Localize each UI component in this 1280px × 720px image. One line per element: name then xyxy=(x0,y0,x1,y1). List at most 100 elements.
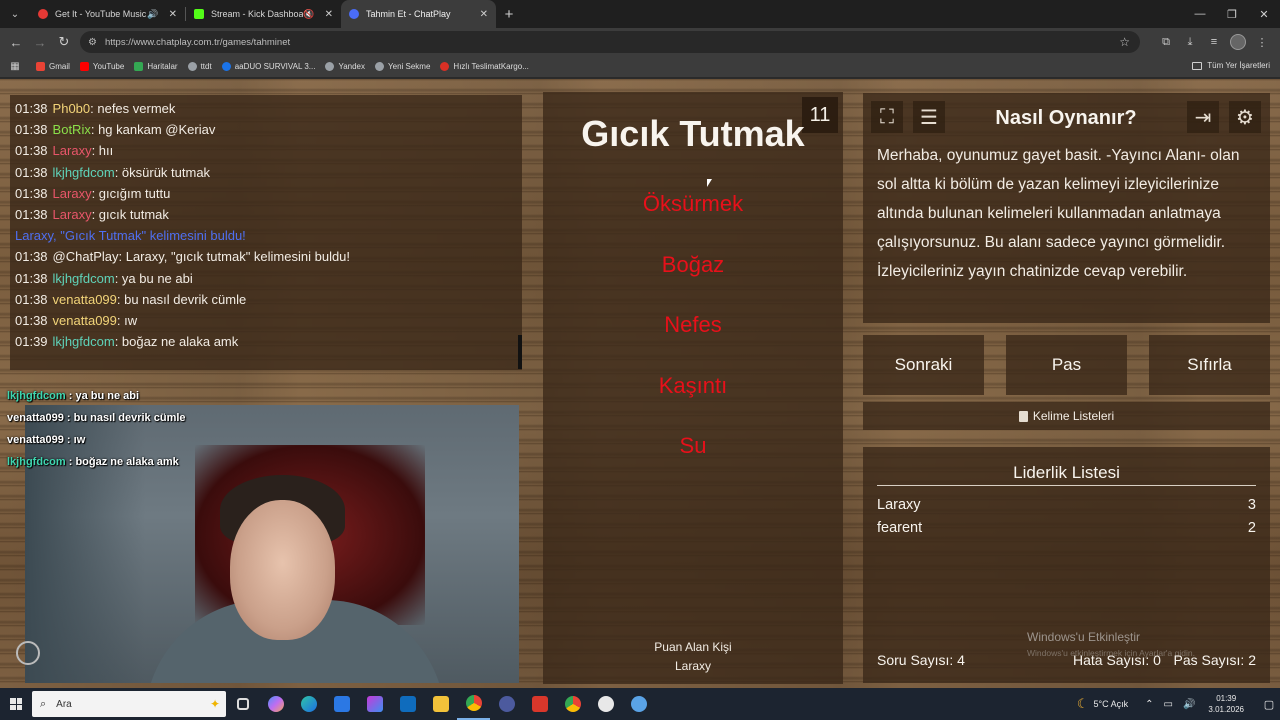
edge-icon[interactable] xyxy=(292,688,325,720)
pass-button[interactable]: Pas xyxy=(1006,335,1127,395)
back-icon[interactable]: ← xyxy=(4,35,28,50)
logout-icon[interactable]: ⇥ xyxy=(1187,101,1219,133)
bookmark-youtube[interactable]: YouTube xyxy=(79,62,125,71)
app-snowflake-icon[interactable] xyxy=(622,688,655,720)
download-icon[interactable]: ⤓ xyxy=(1180,32,1200,52)
bookmark-new-tab[interactable]: Yeni Sekme xyxy=(375,62,430,71)
speaker-icon[interactable]: 🔊 xyxy=(147,9,158,20)
chat-username[interactable]: Laraxy xyxy=(53,143,92,158)
chat-scrollbar[interactable] xyxy=(518,335,522,369)
tab-kick-dashboard[interactable]: Stream - Kick Dashboard 🔇 ✕ xyxy=(186,0,341,28)
bookmark-ttdt[interactable]: ttdt xyxy=(187,62,212,71)
player-name: fearent xyxy=(877,520,923,536)
chat-timestamp: 01:38 xyxy=(15,122,48,138)
chat-timestamp: 01:38 xyxy=(15,313,48,328)
close-tab-icon[interactable]: ✕ xyxy=(169,9,177,20)
search-placeholder: Ara xyxy=(56,698,72,710)
taboo-word: Nefes xyxy=(664,312,722,337)
github-icon[interactable] xyxy=(589,688,622,720)
file-explorer-icon[interactable] xyxy=(424,688,457,720)
windows-logo-icon xyxy=(10,698,22,710)
chat-username[interactable]: BotRix xyxy=(53,122,91,137)
media-controls-icon[interactable]: ≡ xyxy=(1204,32,1224,52)
network-icon[interactable]: ▭ xyxy=(1164,699,1173,710)
chat-message: Laraxy, "Gıcık Tutmak" kelimesini buldu! xyxy=(15,228,246,243)
bookmark-yandex[interactable]: Yandex xyxy=(325,62,365,71)
muted-speaker-icon[interactable]: 🔇 xyxy=(303,9,314,20)
notification-icon[interactable]: ▢ xyxy=(1258,698,1280,711)
fullscreen-icon[interactable]: ⛶ xyxy=(871,101,903,133)
close-window-icon[interactable]: ✕ xyxy=(1248,0,1280,28)
chat-username[interactable]: lkjhgfdcom xyxy=(53,165,115,180)
chevron-up-icon[interactable]: ⌃ xyxy=(1145,699,1153,710)
task-view-icon[interactable] xyxy=(226,688,259,720)
settings-gear-icon[interactable]: ⚙ xyxy=(1229,101,1261,133)
kick-icon xyxy=(194,9,204,19)
apps-grid-icon[interactable]: ▦ xyxy=(4,61,26,72)
start-button[interactable] xyxy=(0,688,32,720)
reload-icon[interactable]: ↻ xyxy=(52,34,76,50)
chat-username[interactable]: Laraxy xyxy=(53,186,92,201)
overlay-text: : ya bu ne abi xyxy=(65,390,140,402)
taboo-word: Su xyxy=(679,433,707,458)
store-icon[interactable] xyxy=(325,688,358,720)
taskbar-search[interactable]: ⌕ Ara ✦ xyxy=(32,691,226,717)
bookmark-label: YouTube xyxy=(92,62,125,71)
site-info-icon[interactable]: ⚙ xyxy=(88,37,97,48)
chat-timestamp: 01:38 xyxy=(15,185,48,201)
streamer-face xyxy=(230,500,335,640)
clock-time: 01:39 xyxy=(1216,694,1237,703)
chat-username[interactable]: Ph0b0 xyxy=(53,101,91,116)
bookmark-kargo[interactable]: Hızlı TeslimatKargo... xyxy=(440,62,529,71)
bookmark-maps[interactable]: Haritalar xyxy=(134,62,178,71)
bookmark-aaduo[interactable]: aaDUO SURVIVAL 3... xyxy=(221,62,315,71)
overlay-chat-message: venatta099 : bu nasıl devrik cümle xyxy=(7,412,186,424)
chat-username[interactable]: @ChatPlay xyxy=(53,249,119,264)
clock[interactable]: 01:39 3.01.2026 xyxy=(1208,693,1244,715)
chrome-icon[interactable] xyxy=(556,688,589,720)
volume-icon[interactable]: 🔊 xyxy=(1183,699,1195,710)
activation-watermark: Windows'u Etkinleştir xyxy=(1027,630,1140,644)
tab-search-button[interactable]: ⌄ xyxy=(2,4,28,24)
menu-icon[interactable]: ⋮ xyxy=(1252,32,1272,52)
bookmark-gmail[interactable]: Gmail xyxy=(36,62,70,71)
chat-username[interactable]: Laraxy xyxy=(53,207,92,222)
app-w-icon[interactable] xyxy=(523,688,556,720)
url-input[interactable]: ⚙ https://www.chatplay.com.tr/games/tahm… xyxy=(80,31,1140,53)
word-lists-button[interactable]: Kelime Listeleri xyxy=(863,402,1270,430)
obs-icon[interactable] xyxy=(490,688,523,720)
reset-button[interactable]: Sıfırla xyxy=(1149,335,1270,395)
forward-icon[interactable]: → xyxy=(28,35,52,50)
youtube-music-icon xyxy=(38,9,48,19)
mail-icon[interactable] xyxy=(391,688,424,720)
chat-username[interactable]: lkjhgfdcom xyxy=(53,334,115,349)
bookmarks-bar: ▦ Gmail YouTube Haritalar ttdt aaDUO SUR… xyxy=(0,56,1280,78)
copilot-icon[interactable] xyxy=(259,688,292,720)
chat-username[interactable]: venatta099 xyxy=(53,292,117,307)
gmail-icon xyxy=(36,62,45,71)
office-icon[interactable] xyxy=(358,688,391,720)
chat-username[interactable]: lkjhgfdcom xyxy=(53,271,115,286)
player-score: 2 xyxy=(1247,520,1256,536)
restore-icon[interactable]: ❐ xyxy=(1216,0,1248,28)
chatplay-icon xyxy=(349,9,359,19)
notes-icon[interactable]: ☰ xyxy=(913,101,945,133)
close-tab-icon[interactable]: ✕ xyxy=(480,9,488,20)
overlay-username: venatta099 xyxy=(7,434,64,446)
minimize-icon[interactable]: — xyxy=(1184,0,1216,28)
tab-chatplay[interactable]: Tahmin Et - ChatPlay ✕ xyxy=(341,0,496,28)
weather-widget[interactable]: ☾ 5°C Açık xyxy=(1077,696,1128,712)
chat-text: : bu nasıl devrik cümle xyxy=(116,291,247,307)
close-tab-icon[interactable]: ✕ xyxy=(325,9,333,20)
tab-youtube-music[interactable]: Get It - YouTube Music 🔊 ✕ xyxy=(30,0,185,28)
bookmark-star-icon[interactable]: ☆ xyxy=(1119,35,1130,49)
profile-avatar[interactable] xyxy=(1228,32,1248,52)
chrome-app-icon[interactable] xyxy=(457,688,490,720)
tab-title: Tahmin Et - ChatPlay xyxy=(366,9,451,19)
new-tab-button[interactable]: + xyxy=(496,6,522,23)
next-button[interactable]: Sonraki xyxy=(863,335,984,395)
kargo-icon xyxy=(440,62,450,71)
all-bookmarks-button[interactable]: Tüm Yer İşaretleri xyxy=(1192,61,1270,70)
extensions-icon[interactable]: ⧉ xyxy=(1156,32,1176,52)
chat-username[interactable]: venatta099 xyxy=(53,313,117,328)
